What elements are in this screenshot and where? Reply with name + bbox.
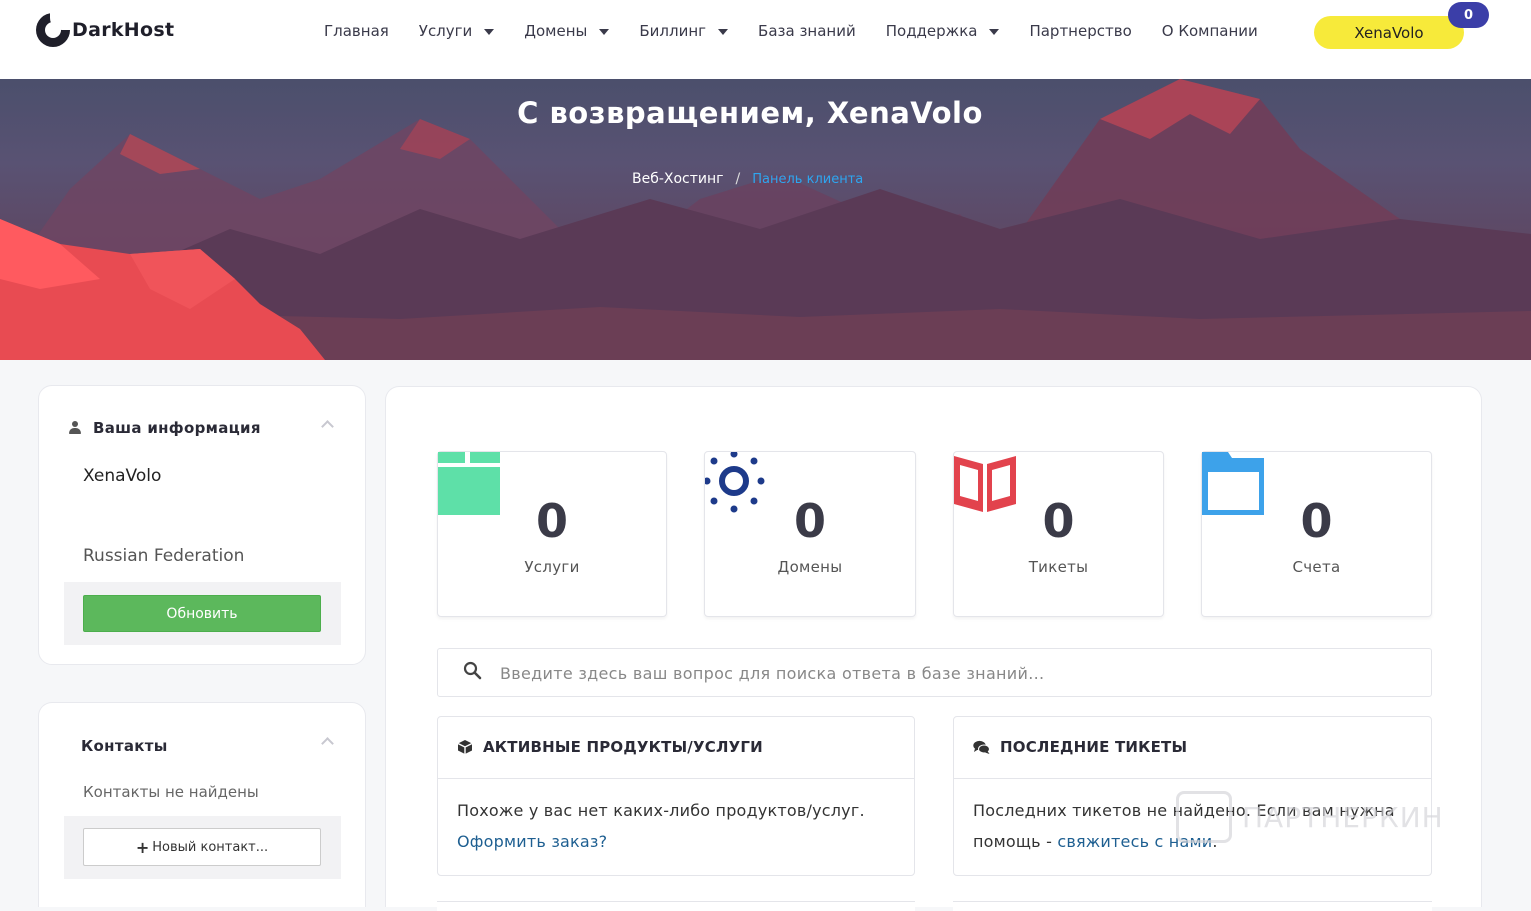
cube-icon <box>457 740 473 754</box>
kb-search-input[interactable] <box>500 661 1400 685</box>
dashboard-main: 0 Услуги 0 Домены 0 Тикеты 0 Счета Введи… <box>385 386 1482 911</box>
contact-us-link[interactable]: свяжитесь с нами <box>1057 832 1212 851</box>
client-country: Russian Federation <box>83 546 245 566</box>
collapse-chevron-icon[interactable] <box>321 737 334 750</box>
recent-tickets-title: ПОСЛЕДНИЕ ТИКЕТЫ <box>1000 738 1188 756</box>
your-info-title: Ваша информация <box>93 419 261 437</box>
stat-value: 0 <box>1300 494 1333 548</box>
contacts-panel: Контакты Контакты не найдены + Новый кон… <box>38 702 366 907</box>
breadcrumb: Веб-Хостинг / Панель клиента <box>632 171 863 187</box>
caret-down-icon <box>989 28 1000 35</box>
kb-search-box <box>437 648 1432 697</box>
logo-mark-icon <box>36 13 70 47</box>
nav-item-knowledgebase[interactable]: База знаний <box>758 22 856 40</box>
your-info-header: Ваша информация <box>69 419 261 437</box>
next-panel-row <box>437 901 915 911</box>
breadcrumb-current: Панель клиента <box>752 171 864 187</box>
stat-value: 0 <box>1042 494 1075 548</box>
update-button[interactable]: Обновить <box>83 595 321 632</box>
stat-value: 0 <box>793 494 826 548</box>
sentence-end: . <box>1212 832 1218 851</box>
stat-tile-domains[interactable]: 0 Домены <box>704 451 916 617</box>
user-account-button[interactable]: XenaVolo <box>1314 16 1464 49</box>
caret-down-icon <box>599 28 610 35</box>
stat-value: 0 <box>535 494 568 548</box>
caret-down-icon <box>718 28 729 35</box>
new-contact-button[interactable]: + Новый контакт... <box>83 828 321 866</box>
next-panel-row <box>953 901 1432 911</box>
collapse-chevron-icon[interactable] <box>321 420 334 433</box>
breadcrumb-home-link[interactable]: Веб-Хостинг <box>632 171 724 187</box>
place-order-link[interactable]: Оформить заказ? <box>457 832 607 851</box>
active-services-body: Похоже у вас нет каких-либо продуктов/ус… <box>457 795 884 857</box>
contacts-empty-text: Контакты не найдены <box>83 783 259 801</box>
main-menu: Главная Услуги Домены Биллинг База знани… <box>324 20 1288 42</box>
caret-down-icon <box>484 28 495 35</box>
plus-icon: + <box>135 837 150 857</box>
nav-item-domains[interactable]: Домены <box>524 22 610 40</box>
nav-item-services[interactable]: Услуги <box>419 22 495 40</box>
brand-name: DarkHost <box>72 19 175 41</box>
user-icon <box>69 421 81 435</box>
page-title: С возвращением, XenaVolo <box>517 96 983 130</box>
stat-label: Услуги <box>524 558 580 576</box>
contacts-footer: + Новый контакт... <box>64 816 341 879</box>
stat-tile-services[interactable]: 0 Услуги <box>437 451 667 617</box>
stat-label: Счета <box>1292 558 1341 576</box>
your-info-footer: Обновить <box>64 582 341 645</box>
stat-tile-invoices[interactable]: 0 Счета <box>1201 451 1432 617</box>
brand-logo[interactable]: DarkHost <box>36 13 174 47</box>
top-navbar: DarkHost Главная Услуги Домены Биллинг Б… <box>0 0 1531 79</box>
search-icon <box>463 661 482 680</box>
nav-item-home[interactable]: Главная <box>324 22 389 40</box>
recent-tickets-body: Последних тикетов не найдено. Если вам н… <box>973 795 1401 857</box>
nav-item-support[interactable]: Поддержка <box>886 22 1000 40</box>
nav-item-about[interactable]: О Компании <box>1162 22 1258 40</box>
your-info-panel: Ваша информация XenaVolo Russian Federat… <box>38 385 366 665</box>
nav-item-billing[interactable]: Биллинг <box>639 22 729 40</box>
breadcrumb-separator: / <box>735 171 741 187</box>
cart-count-badge[interactable]: 0 <box>1448 2 1489 28</box>
active-services-panel: АКТИВНЫЕ ПРОДУКТЫ/УСЛУГИ Похоже у вас не… <box>437 716 915 876</box>
recent-tickets-header: ПОСЛЕДНИЕ ТИКЕТЫ <box>973 738 1187 756</box>
no-services-text: Похоже у вас нет каких-либо продуктов/ус… <box>457 801 865 820</box>
hero-banner: С возвращением, XenaVolo Веб-Хостинг / П… <box>0 79 1531 360</box>
nav-item-affiliates[interactable]: Партнерство <box>1029 22 1131 40</box>
active-services-header: АКТИВНЫЕ ПРОДУКТЫ/УСЛУГИ <box>457 738 763 756</box>
divider <box>954 778 1431 779</box>
client-name: XenaVolo <box>83 466 162 486</box>
stat-tile-tickets[interactable]: 0 Тикеты <box>953 451 1164 617</box>
recent-tickets-panel: ПОСЛЕДНИЕ ТИКЕТЫ Последних тикетов не на… <box>953 716 1432 876</box>
stat-label: Тикеты <box>1028 558 1089 576</box>
contacts-title: Контакты <box>81 737 168 755</box>
active-services-title: АКТИВНЫЕ ПРОДУКТЫ/УСЛУГИ <box>483 738 763 756</box>
new-contact-label: Новый контакт... <box>152 839 269 855</box>
divider <box>438 778 914 779</box>
comments-icon <box>973 740 990 754</box>
stat-label: Домены <box>777 558 843 576</box>
